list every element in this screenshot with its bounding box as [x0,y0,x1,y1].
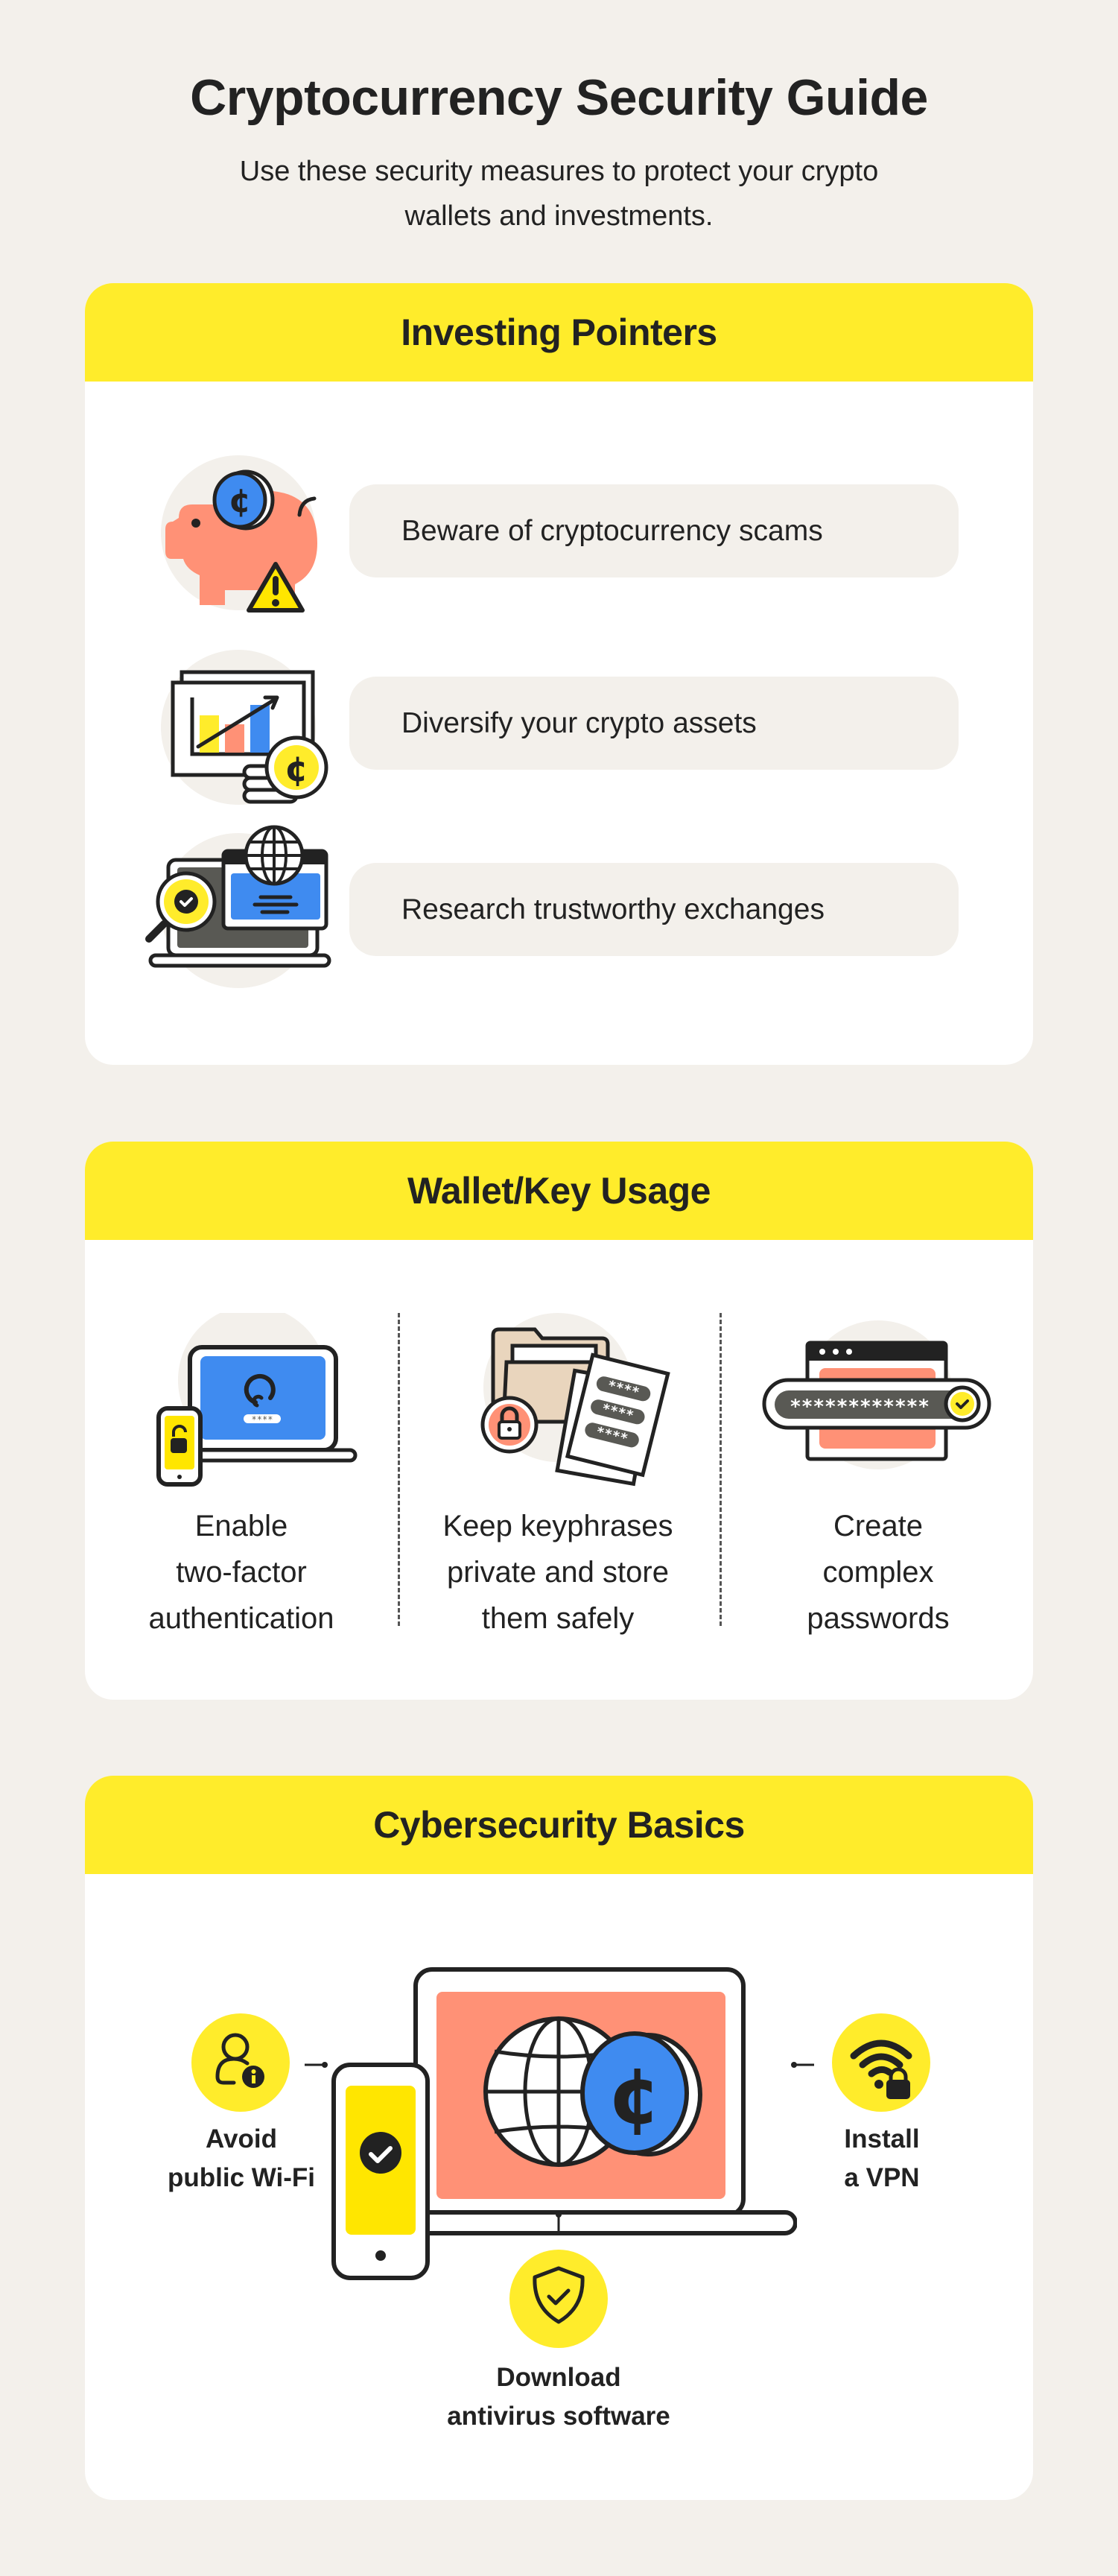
smartphone-check-icon [329,2060,432,2284]
item-label: Beware of cryptocurrency scams [401,514,823,547]
growth-chart-coin-icon: ¢ [134,639,350,818]
item-label: Create complex passwords [807,1510,950,1635]
connector-bottom [555,2211,562,2235]
card-header: Investing Pointers [85,283,1033,382]
user-info-icon [191,2013,290,2113]
investing-pointers-card: Investing Pointers ¢ Beware of cryptocur… [85,283,1033,1065]
item-label: Diversify your crypto assets [401,706,757,739]
locked-folder-keyphrases-icon: **** **** **** [435,1313,681,1492]
dashed-divider [398,1313,400,1626]
wifi-lock-icon [831,2013,931,2113]
card-header: Cybersecurity Basics [85,1776,1033,1874]
password-field-icon: ************ [755,1313,1001,1492]
cybersecurity-basics-card: Cybersecurity Basics ¢ Avoid public Wi-F… [85,1776,1033,2500]
wallet-item: **** **** **** Keep keyphrases private a… [401,1313,714,1648]
masked-pin: **** [252,1414,273,1425]
list-item: Research trustworthy exchanges [349,863,959,956]
connector-right [790,2059,814,2068]
item-label: Install a VPN [844,2124,920,2192]
wallet-item: **** Enable two-factor authentication [85,1306,398,1648]
section-title: Investing Pointers [401,311,717,353]
shield-check-icon [509,2249,609,2349]
section-title: Wallet/Key Usage [407,1170,711,1212]
laptop-globe-magnifier-icon [134,814,350,993]
item-label: Keep keyphrases private and store them s… [442,1510,673,1635]
connector-left [305,2059,328,2068]
list-item: Beware of cryptocurrency scams [349,484,959,577]
list-item: Diversify your crypto assets [349,677,959,770]
svg-text:¢: ¢ [285,749,308,789]
svg-text:¢: ¢ [608,2051,661,2142]
page-subtitle: Use these security measures to protect y… [239,156,879,232]
item-label: Research trustworthy exchanges [401,893,825,925]
item-label: Avoid public Wi-Fi [168,2124,315,2192]
svg-text:************: ************ [790,1396,930,1418]
piggy-bank-warning-icon: ¢ [134,443,350,622]
item-label: Enable two-factor authentication [148,1510,334,1635]
wallet-key-usage-card: Wallet/Key Usage **** Enable two-factor … [85,1142,1033,1700]
two-factor-devices-icon: **** [118,1306,364,1492]
wallet-item: ************ Create complex passwords [722,1313,1033,1648]
svg-text:¢: ¢ [229,482,252,520]
page-title: Cryptocurrency Security Guide [190,69,928,126]
item-label: Download antivirus software [447,2363,670,2431]
card-header: Wallet/Key Usage [85,1142,1033,1240]
section-title: Cybersecurity Basics [373,1804,745,1846]
